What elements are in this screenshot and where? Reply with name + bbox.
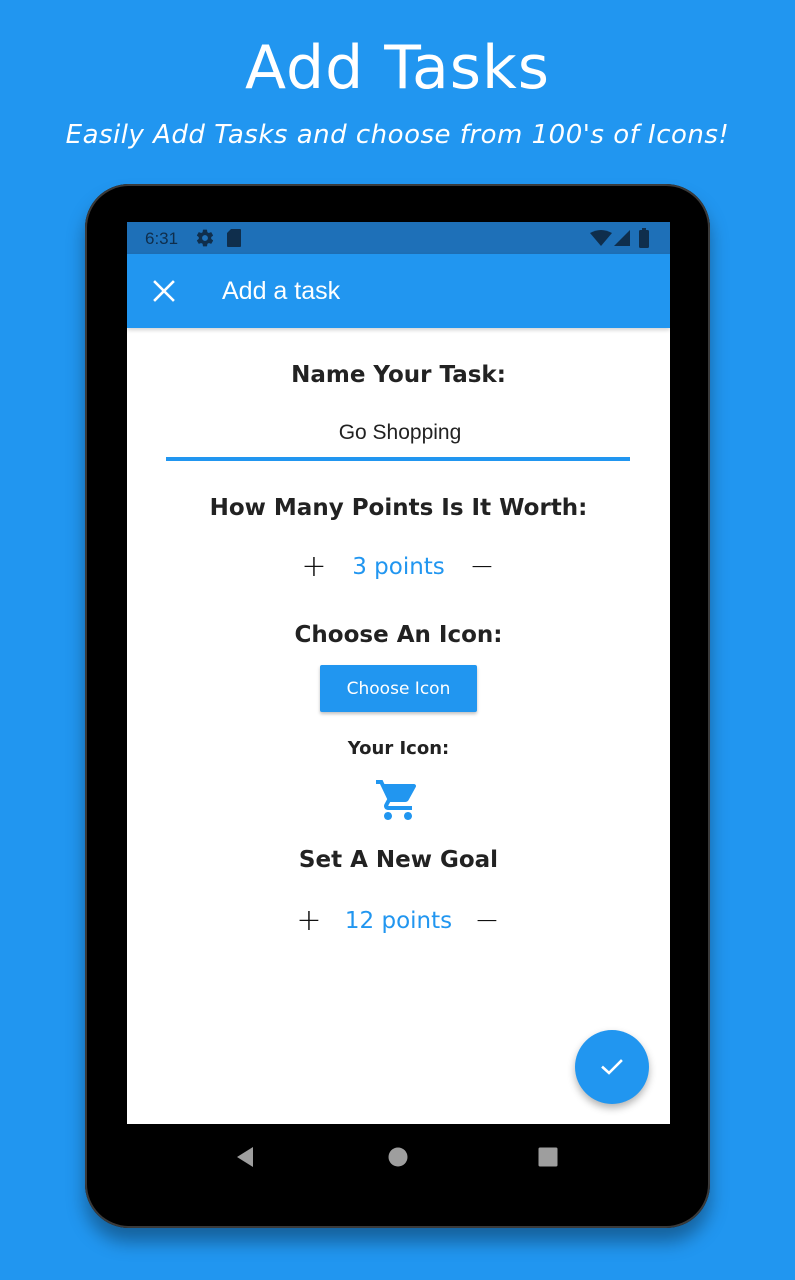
task-input-underline	[166, 457, 630, 461]
check-icon	[601, 1059, 623, 1075]
task-name-input[interactable]	[166, 410, 634, 456]
name-heading: Name Your Task:	[291, 362, 506, 388]
goal-heading: Set A New Goal	[298, 847, 499, 873]
points-increment-button[interactable]: +	[296, 547, 332, 587]
points-decrement-button[interactable]: −	[464, 547, 500, 587]
your-icon-label: Your Icon:	[347, 738, 450, 759]
status-time: 6:31	[145, 229, 179, 248]
promo-title: Add Tasks	[245, 33, 550, 103]
system-nav-bar	[127, 1124, 670, 1188]
recents-button[interactable]	[535, 1144, 561, 1170]
goal-value: 12 points	[344, 908, 453, 934]
status-bar: 6:31	[127, 222, 670, 254]
points-value: 3 points	[352, 554, 445, 580]
points-stepper: + 3 points −	[127, 547, 670, 587]
recents-icon	[538, 1147, 558, 1167]
promo-subtitle: Easily Add Tasks and choose from 100's o…	[65, 120, 730, 150]
back-icon	[237, 1147, 253, 1167]
close-icon	[153, 280, 175, 302]
save-task-fab[interactable]	[575, 1030, 649, 1104]
shopping-cart-icon	[374, 776, 422, 824]
app-bar: Add a task	[127, 254, 670, 328]
choose-icon-button[interactable]: Choose Icon	[320, 665, 477, 712]
gear-icon	[195, 228, 215, 252]
back-button[interactable]	[233, 1144, 259, 1170]
sd-card-icon	[226, 228, 242, 252]
goal-increment-button[interactable]: +	[291, 901, 327, 941]
goal-decrement-button[interactable]: −	[469, 901, 505, 941]
points-heading: How Many Points Is It Worth:	[209, 495, 588, 521]
close-button[interactable]	[147, 274, 181, 308]
battery-icon	[639, 228, 649, 252]
cell-signal-icon	[614, 230, 630, 250]
wifi-icon	[590, 230, 612, 250]
app-title: Add a task	[222, 277, 341, 305]
icon-heading: Choose An Icon:	[294, 622, 503, 648]
home-icon	[388, 1147, 408, 1167]
goal-stepper: + 12 points −	[127, 901, 670, 941]
task-form: Name Your Task: How Many Points Is It Wo…	[127, 328, 670, 1124]
home-button[interactable]	[385, 1144, 411, 1170]
app-screen: 6:31 Add a task Name Your Task: Go Shopp…	[127, 222, 670, 1124]
task-name-field	[166, 410, 634, 462]
